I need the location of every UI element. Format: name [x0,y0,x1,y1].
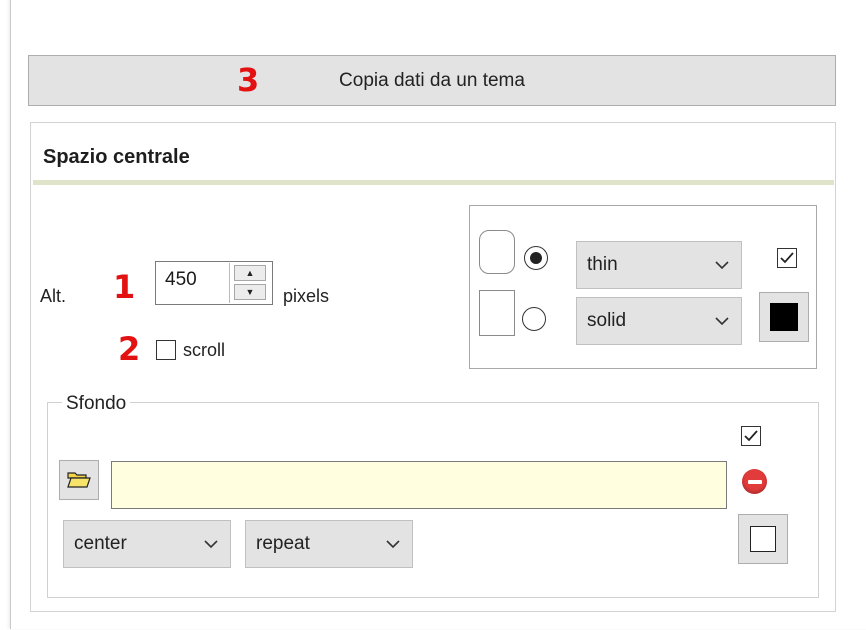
border-enabled-checkbox[interactable] [777,248,797,268]
step-badge-1: 1 [113,268,136,306]
background-legend: Sfondo [62,393,131,415]
chevron-down-icon [386,540,400,549]
background-repeat-value: repeat [256,533,310,554]
border-color-button[interactable] [759,292,809,342]
chevron-down-icon [204,540,218,549]
border-style-value: solid [587,310,627,331]
border-width-select[interactable]: thin [576,241,742,289]
square-corner-radio[interactable] [522,307,546,331]
section-title-divider [33,180,834,185]
remove-bar [747,479,762,484]
copy-from-theme-label: Copia dati da un tema [339,69,525,91]
chevron-down-icon [715,261,729,270]
check-icon [780,252,794,264]
folder-open-icon [67,472,91,488]
background-position-value: center [74,533,127,554]
remove-icon[interactable] [742,469,767,494]
browse-image-button[interactable] [59,460,99,500]
background-color-button[interactable] [738,514,788,564]
height-unit-label: pixels [283,286,330,306]
scroll-checkbox[interactable] [156,340,176,360]
background-repeat-select[interactable]: repeat [245,520,413,568]
border-color-swatch [770,303,798,331]
rounded-corner-preview [479,230,515,274]
border-style-select[interactable]: solid [576,297,742,345]
background-image-path-input[interactable] [111,461,727,509]
copy-from-theme-button[interactable]: 3 Copia dati da un tema [28,55,836,106]
scroll-label: scroll [183,340,226,360]
square-corner-preview [479,290,515,336]
section-title: Spazio centrale [43,146,190,168]
height-label: Alt. [40,286,67,306]
check-icon [744,430,758,442]
spin-up-icon[interactable]: ▲ [234,265,266,281]
background-color-swatch [750,526,776,552]
chevron-down-icon [715,317,729,326]
rounded-corner-radio[interactable] [524,246,548,270]
border-width-value: thin [587,254,618,275]
step-badge-3: 3 [237,61,260,99]
radio-selected-dot [530,252,542,264]
height-input[interactable]: 450 [165,269,197,291]
background-enabled-checkbox[interactable] [741,426,761,446]
step-badge-2: 2 [118,330,141,368]
spin-down-icon[interactable]: ▼ [234,284,266,300]
background-position-select[interactable]: center [63,520,231,568]
height-stepper-buttons: ▲ ▼ [229,263,272,303]
